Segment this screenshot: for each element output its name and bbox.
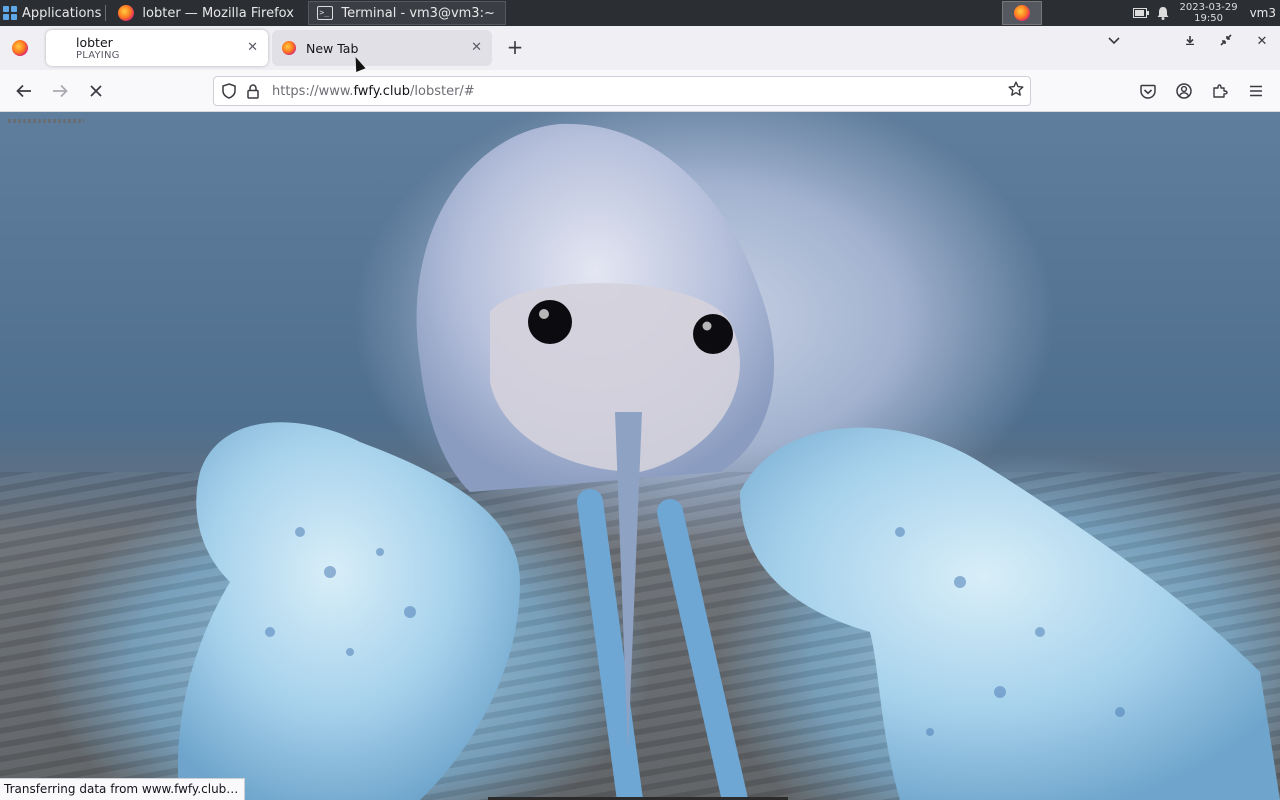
page-content-lobster-photo[interactable] (0, 112, 1280, 800)
bookmark-star-icon[interactable] (1008, 81, 1024, 101)
firefox-view-button[interactable] (0, 40, 40, 56)
tab-new-tab[interactable]: New Tab ✕ (272, 30, 492, 66)
workspace-button[interactable] (1090, 1, 1130, 25)
terminal-icon: >_ (317, 6, 334, 20)
taskbar-separator (105, 5, 107, 21)
clock[interactable]: 2023-03-29 19:50 (1174, 2, 1244, 24)
firefox-icon (1013, 5, 1030, 21)
pocket-icon[interactable] (1130, 78, 1166, 104)
tab-lobter[interactable]: lobter PLAYING ✕ (46, 30, 268, 66)
loading-indicator (8, 119, 84, 123)
lobster-left-eye (528, 300, 572, 344)
restore-icon[interactable] (1208, 34, 1244, 50)
taskbar-task-title: Terminal - vm3@vm3:~ (341, 5, 495, 21)
navigation-toolbar: https://www.fwfy.club/lobster/# (0, 70, 1280, 112)
url-bar[interactable]: https://www.fwfy.club/lobster/# (213, 76, 1031, 106)
extensions-puzzle-icon[interactable] (1202, 78, 1238, 104)
url-text[interactable]: https://www.fwfy.club/lobster/# (272, 84, 475, 99)
tab-title: lobter (76, 35, 113, 50)
firefox-icon (282, 41, 296, 55)
taskbar-task-terminal[interactable]: >_ Terminal - vm3@vm3:~ (308, 1, 507, 25)
battery-icon[interactable] (1130, 8, 1152, 18)
blue-lobster-illustration (178, 123, 1280, 800)
lobster-right-eye (693, 314, 733, 354)
applications-label: Applications (22, 5, 102, 21)
session-user[interactable]: vm3 (1244, 6, 1280, 20)
firefox-icon (12, 40, 28, 56)
lobster-antenna-right (657, 499, 748, 800)
applications-menu[interactable]: Applications (0, 0, 101, 26)
tracking-protection-shield-icon[interactable] (214, 83, 244, 99)
close-icon[interactable]: ✕ (247, 40, 258, 55)
applications-menu-icon (2, 5, 18, 21)
workspace-firefox-button[interactable] (1001, 1, 1042, 25)
workspace-button[interactable] (1050, 1, 1090, 25)
status-bar: Transferring data from www.fwfy.club… (0, 778, 246, 800)
url-path: /lobster/# (410, 83, 475, 99)
tab-title: New Tab (306, 40, 359, 56)
new-tab-button[interactable]: + (505, 36, 525, 58)
account-icon[interactable] (1166, 78, 1202, 104)
system-taskbar: Applications lobter — Mozilla Firefox >_… (0, 0, 1280, 26)
url-host: fwfy.club (353, 83, 410, 99)
notification-bell-icon[interactable] (1152, 6, 1174, 20)
firefox-icon (118, 5, 135, 21)
tab-playing-label: PLAYING (76, 50, 120, 61)
clock-date: 2023-03-29 (1179, 2, 1238, 13)
taskbar-task-firefox[interactable]: lobter — Mozilla Firefox (110, 1, 308, 25)
close-icon[interactable]: ✕ (471, 40, 482, 55)
clock-time: 19:50 (1194, 13, 1223, 24)
list-all-tabs-icon[interactable] (1096, 34, 1132, 50)
hamburger-menu-icon[interactable] (1238, 78, 1274, 104)
taskbar-task-title: lobter — Mozilla Firefox (142, 5, 294, 21)
minimize-icon[interactable] (1172, 34, 1208, 50)
close-window-icon[interactable]: ✕ (1244, 34, 1280, 50)
back-button[interactable] (10, 78, 38, 104)
stop-loading-button[interactable] (82, 78, 110, 104)
tab-strip: lobter PLAYING ✕ New Tab ✕ + ✕ (0, 26, 1280, 70)
url-prefix: https://www. (272, 83, 354, 99)
forward-button[interactable] (46, 78, 74, 104)
lobster-right-claw (740, 427, 1280, 800)
lock-icon[interactable] (244, 83, 262, 99)
